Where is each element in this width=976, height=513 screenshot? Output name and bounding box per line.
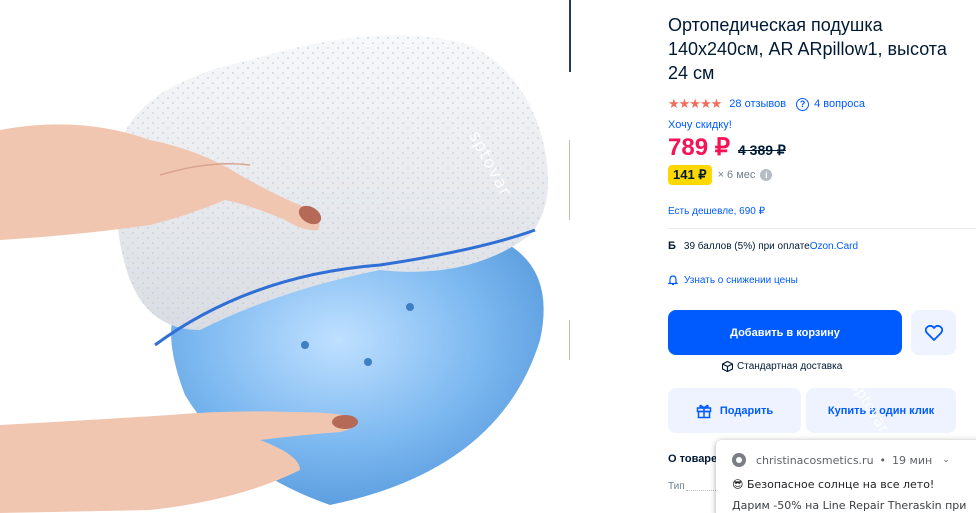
old-price: 4 389 ₽ — [737, 142, 786, 158]
product-title: Ортопедическая подушка 140x240см, AR ARp… — [668, 15, 947, 83]
installment-badge[interactable]: 141 ₽ — [668, 165, 712, 185]
points-text: 39 баллов (5%) при оплате — [683, 240, 810, 252]
current-price: 789 ₽ — [668, 134, 730, 161]
divider — [569, 140, 570, 220]
delivery-info: Стандартная доставка — [722, 361, 842, 372]
add-to-cart-button[interactable]: Добавить в корзину — [668, 310, 902, 355]
installment-term: × 6 мес — [717, 169, 756, 181]
reviews-link[interactable]: 28 отзывов — [729, 98, 786, 110]
divider — [569, 320, 570, 360]
separator-dot: • — [879, 453, 887, 467]
about-heading: О товаре — [668, 453, 718, 465]
gift-button[interactable]: Подарить — [668, 388, 801, 433]
notification-time: 19 мин — [892, 453, 933, 467]
want-discount-link[interactable]: Хочу скидку! — [668, 119, 732, 131]
bell-icon — [668, 275, 678, 286]
browser-notification[interactable]: christinacosmetics.ru • 19 мин ⌄ 😎 Безоп… — [716, 440, 976, 513]
gift-icon — [696, 404, 712, 418]
favorite-button[interactable] — [911, 310, 956, 355]
notification-title: 😎 Безопасное солнце на все лето! — [732, 478, 935, 491]
divider — [569, 0, 571, 72]
price-drop-notify[interactable]: Узнать о снижении цены — [668, 275, 798, 286]
notification-site: christinacosmetics.ru — [756, 453, 874, 467]
info-icon[interactable]: i — [760, 169, 773, 181]
price-drop-label: Узнать о снижении цены — [684, 275, 798, 286]
questions-link[interactable]: 4 вопроса — [814, 98, 865, 110]
dotted-leader — [686, 490, 716, 491]
installment-row[interactable]: 141 ₽ × 6 мес i — [668, 165, 773, 185]
question-icon: ? — [796, 97, 810, 111]
box-icon — [722, 361, 733, 372]
product-photo[interactable]: sptovar — [0, 0, 570, 513]
points-row: Б 39 баллов (5%) при оплате Ozon.Card — [668, 240, 858, 252]
delivery-label: Стандартная доставка — [737, 361, 843, 372]
divider — [668, 228, 976, 229]
type-label: Тип — [668, 481, 685, 492]
chrome-icon — [732, 453, 746, 467]
cheaper-offer-link[interactable]: Есть дешевле, 690 ₽ — [668, 206, 765, 217]
rating-stars[interactable]: ★★★★★ — [668, 96, 722, 112]
price-row: 789 ₽ 4 389 ₽ — [668, 133, 786, 162]
gift-label: Подарить — [719, 404, 774, 417]
chevron-down-icon[interactable]: ⌄ — [942, 455, 950, 465]
notification-body: Дарим -50% на Line Repair Theraskin при — [732, 499, 967, 512]
notification-header: christinacosmetics.ru • 19 мин ⌄ — [732, 453, 950, 467]
ozon-card-link[interactable]: Ozon.Card — [810, 241, 858, 252]
rating-row: ★★★★★ 28 отзывов ? 4 вопроса — [668, 96, 865, 112]
heart-icon — [924, 324, 943, 341]
bonus-icon: Б — [668, 240, 676, 252]
pillow-illustration — [0, 35, 549, 513]
